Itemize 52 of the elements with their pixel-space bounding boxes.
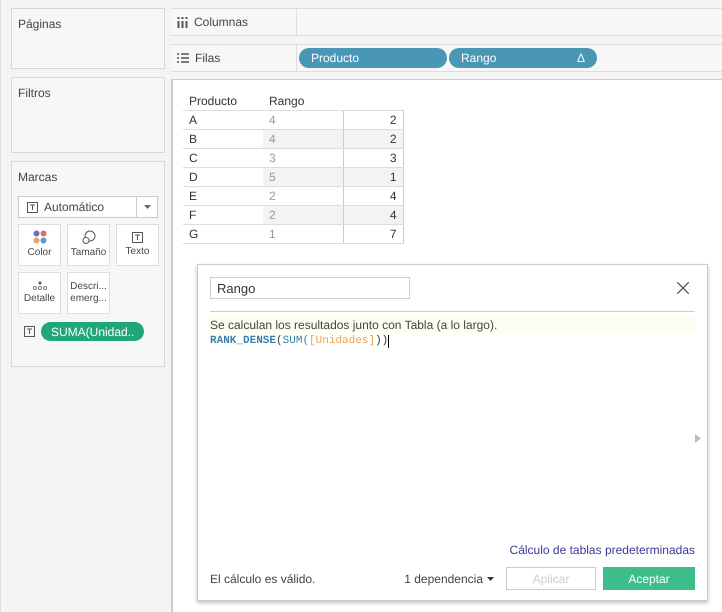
table-cell: 1	[343, 168, 403, 186]
color-dots-icon	[32, 230, 46, 244]
text-icon	[24, 326, 35, 337]
text-icon	[132, 232, 143, 243]
caret-icon	[144, 205, 150, 209]
mark-type-dropdown[interactable]: Automático	[18, 196, 158, 218]
shelf-label: Columnas	[194, 15, 248, 29]
shelf-label: Filas	[195, 51, 220, 65]
table-cell: 7	[343, 224, 403, 244]
table-cell: 2	[263, 206, 343, 224]
table-cell: 1	[263, 224, 343, 244]
panel-title: Marcas	[18, 170, 58, 184]
table-cell: F	[183, 206, 263, 224]
text-icon	[27, 202, 38, 212]
table-cell: E	[183, 186, 263, 206]
table-cell: 3	[263, 148, 343, 168]
table-cell: 2	[343, 110, 403, 130]
table-cell: 5	[263, 168, 343, 186]
table-cell: 4	[263, 130, 343, 148]
table-cell: D	[183, 168, 263, 186]
table-cell: 4	[263, 110, 343, 130]
name-field[interactable]: Rango	[210, 277, 410, 299]
formula-text: RANK_DENSE(SUM([Unidades]))	[210, 334, 390, 349]
table-cell: G	[183, 224, 263, 244]
caret-icon	[487, 576, 494, 580]
column-header: Producto	[183, 92, 263, 110]
dependency-dropdown[interactable]: 1 dependencia	[404, 572, 494, 586]
info-note: Se calculan los resultados junto con Tabla (a lo largo).	[210, 315, 695, 333]
panel-title: Filtros	[18, 86, 52, 100]
columns-icon	[177, 16, 188, 28]
default-table-calc-link[interactable]: Cálculo de tablas predeterminadas	[510, 543, 695, 557]
table-cell: 2	[263, 186, 343, 206]
table-cell: B	[183, 130, 263, 148]
panel-title: Páginas	[18, 17, 62, 31]
detail-mark-button[interactable]: Detalle	[18, 272, 61, 314]
table-cell: 4	[343, 206, 403, 224]
tooltip-mark-button[interactable]: Descri... emerg...	[67, 272, 110, 314]
text-mark-button[interactable]: Texto	[116, 224, 159, 266]
close-icon[interactable]	[677, 282, 689, 294]
table-cell: 2	[343, 130, 403, 148]
table-cell: 3	[343, 148, 403, 168]
table-cell: 4	[343, 186, 403, 206]
size-mark-button[interactable]: Tamaño	[67, 224, 110, 266]
formula-editor[interactable]: RANK_DENSE(SUM([Unidades]))	[210, 333, 695, 543]
detail-dots-icon	[32, 280, 46, 290]
column-header: Rango	[263, 92, 343, 110]
rows-icon	[177, 53, 189, 63]
table-cell: C	[183, 148, 263, 168]
size-icon	[82, 230, 96, 244]
status-text: El cálculo es válido.	[210, 572, 316, 586]
table-cell: A	[183, 110, 263, 130]
color-mark-button[interactable]: Color	[18, 224, 61, 266]
